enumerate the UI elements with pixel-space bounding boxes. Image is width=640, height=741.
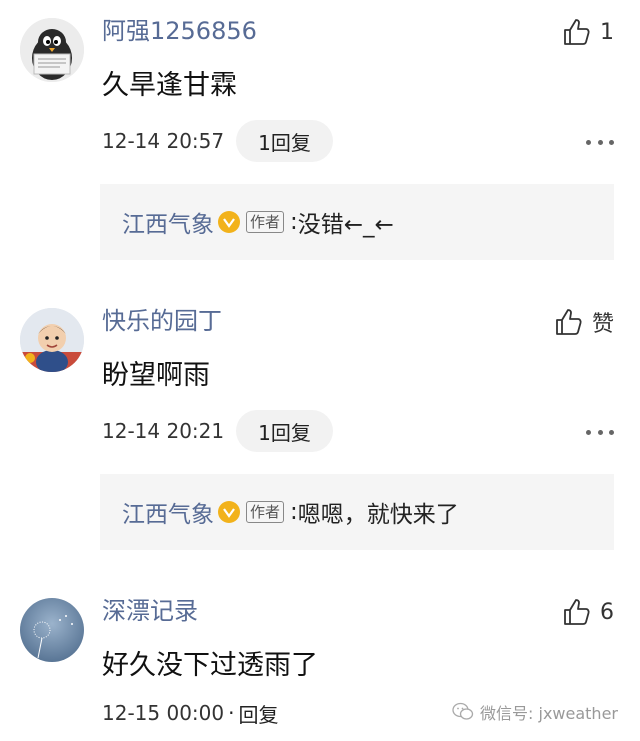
more-button[interactable] [586,138,614,146]
comment-text: 好久没下过透雨了 [102,650,318,681]
reply-button[interactable]: 回复 [238,699,278,728]
wechat-icon [452,702,474,720]
comment-text: 久旱逢甘霖 [102,70,237,101]
reply-count-button[interactable]: 1回复 [236,410,333,452]
separator: · [228,701,235,725]
reply-colon: : [290,499,298,525]
reply-preview[interactable]: 江西气象 作者 : 没错←_← [100,184,614,260]
username[interactable]: 阿强1256856 [102,16,257,46]
reply-author[interactable]: 江西气象 [122,205,214,239]
comment-text: 盼望啊雨 [102,360,210,391]
comment-meta: 12-14 20:57 1回复 [102,120,333,162]
username[interactable]: 深漂记录 [102,596,198,626]
like-count: 6 [600,599,614,625]
comment-meta: 12-15 00:00 · 回复 [102,692,278,734]
like-button[interactable]: 1 [562,16,614,48]
thumbs-up-icon [556,309,582,335]
thumbs-up-icon [564,19,590,45]
thumbs-up-icon [564,599,590,625]
watermark-text: 微信号: jxweather [480,704,618,723]
more-dots-icon [586,139,591,145]
more-dots-icon [586,429,591,435]
comment-meta: 12-14 20:21 1回复 [102,410,333,452]
avatar[interactable] [20,18,84,82]
like-button[interactable]: 6 [562,596,614,628]
reply-text: 没错←_← [297,212,394,238]
timestamp: 12-14 20:21 [102,419,225,443]
avatar[interactable] [20,598,84,662]
timestamp: 12-14 20:57 [102,129,225,153]
username[interactable]: 快乐的园丁 [102,306,222,336]
watermark: 微信号: jxweather [452,700,618,724]
like-button[interactable]: 赞 [554,306,614,338]
reply-preview[interactable]: 江西气象 作者 : 嗯嗯，就快来了 [100,474,614,550]
verified-badge-icon [218,501,240,523]
author-tag: 作者 [246,211,285,233]
more-button[interactable] [586,428,614,436]
like-label: 赞 [591,312,614,337]
reply-author[interactable]: 江西气象 [122,495,214,529]
avatar[interactable] [20,308,84,372]
reply-colon: : [290,209,298,235]
timestamp: 12-15 00:00 [102,701,225,725]
verified-badge-icon [218,211,240,233]
author-tag: 作者 [246,501,285,523]
reply-text: 嗯嗯，就快来了 [297,502,459,528]
reply-count-button[interactable]: 1回复 [236,120,333,162]
like-count: 1 [600,19,614,45]
